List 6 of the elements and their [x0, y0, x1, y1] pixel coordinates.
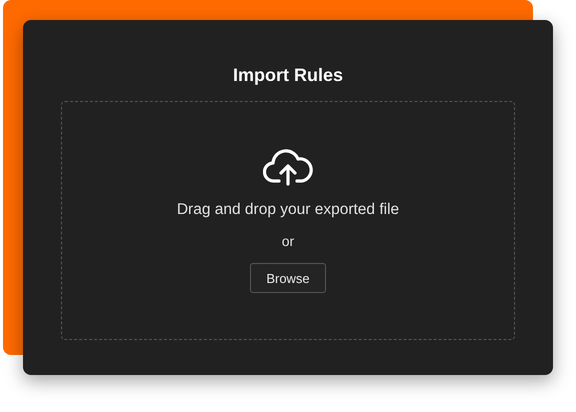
cloud-upload-icon	[263, 148, 313, 186]
dialog-title: Import Rules	[232, 64, 343, 86]
browse-button[interactable]: Browse	[250, 263, 326, 293]
drop-instruction: Drag and drop your exported file	[176, 201, 400, 219]
separator-text: or	[282, 233, 294, 249]
drop-zone[interactable]: Drag and drop your exported file or Browse	[61, 101, 515, 340]
